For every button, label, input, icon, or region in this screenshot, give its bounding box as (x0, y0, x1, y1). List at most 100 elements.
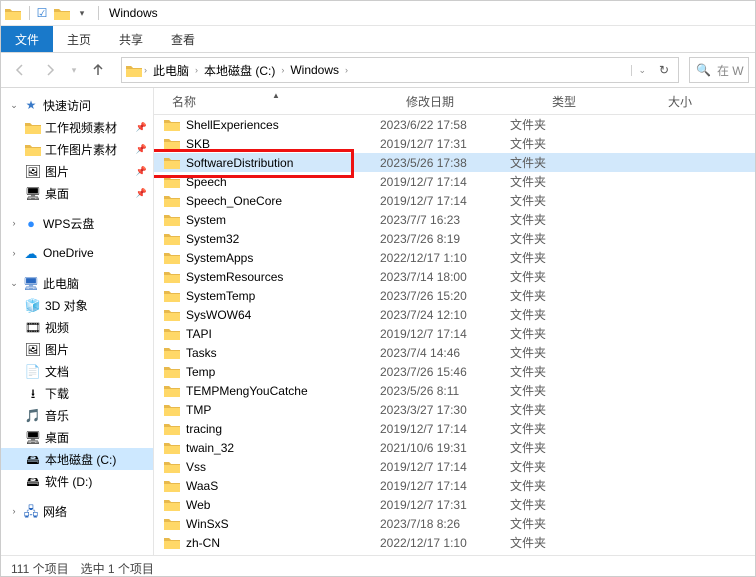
column-name[interactable]: ▲ 名称 (154, 93, 398, 110)
table-row[interactable]: Vss2019/12/7 17:14文件夹 (154, 457, 755, 476)
folder-icon (164, 213, 180, 226)
sidebar-item-pc-3[interactable]: 📄文档 (1, 360, 153, 382)
chevron-right-icon[interactable]: › (9, 248, 19, 258)
file-type: 文件夹 (502, 192, 602, 209)
table-row[interactable]: SoftwareDistribution2023/5/26 17:38文件夹 (154, 153, 755, 172)
sidebar-network[interactable]: › 🖧 网络 (1, 500, 153, 522)
nav-bar: ▾ › 此电脑 › 本地磁盘 (C:) › Windows › ⌄ ↻ 🔍 在 … (1, 53, 755, 88)
sidebar-thispc[interactable]: ⌄ 🖥 此电脑 (1, 272, 153, 294)
sidebar-item-label: 工作图片素材 (45, 141, 117, 158)
breadcrumb-drive-c[interactable]: 本地磁盘 (C:) (200, 62, 279, 79)
sidebar-quick-access[interactable]: ⌄ ★ 快速访问 (1, 94, 153, 116)
sidebar-item-pc-1[interactable]: 🎞视频 (1, 316, 153, 338)
table-row[interactable]: TMP2023/3/27 17:30文件夹 (154, 400, 755, 419)
file-type: 文件夹 (502, 534, 602, 551)
file-type: 文件夹 (502, 287, 602, 304)
chevron-right-icon[interactable]: › (9, 218, 19, 228)
file-name: Web (186, 498, 210, 512)
sidebar-item-label: 工作视频素材 (45, 119, 117, 136)
tab-share[interactable]: 共享 (105, 26, 157, 52)
column-date[interactable]: 修改日期 (398, 93, 544, 110)
pin-icon: 📌 (136, 122, 147, 133)
sidebar-wps[interactable]: › ● WPS云盘 (1, 212, 153, 234)
tab-home[interactable]: 主页 (53, 26, 105, 52)
chevron-down-icon[interactable]: ⌄ (9, 100, 19, 111)
address-dropdown-icon[interactable]: ⌄ (631, 65, 652, 76)
folder-icon (164, 175, 180, 188)
table-row[interactable]: ShellExperiences2023/6/22 17:58文件夹 (154, 115, 755, 134)
folder-icon (164, 289, 180, 302)
folder-icon (164, 422, 180, 435)
file-date: 2023/3/27 17:30 (372, 403, 502, 417)
sidebar-item-quick-1[interactable]: 工作图片素材📌 (1, 138, 153, 160)
file-date: 2019/12/7 17:31 (372, 137, 502, 151)
file-name: zh-CN (186, 536, 220, 550)
column-type[interactable]: 类型 (544, 93, 660, 110)
sidebar-item-quick-0[interactable]: 工作视频素材 📌 (1, 116, 153, 138)
table-row[interactable]: SKB2019/12/7 17:31文件夹 (154, 134, 755, 153)
back-button[interactable] (7, 57, 33, 83)
table-row[interactable]: SysWOW642023/7/24 12:10文件夹 (154, 305, 755, 324)
table-row[interactable]: tracing2019/12/7 17:14文件夹 (154, 419, 755, 438)
table-row[interactable]: TAPI2019/12/7 17:14文件夹 (154, 324, 755, 343)
table-row[interactable]: zh-CN2022/12/17 1:10文件夹 (154, 533, 755, 552)
chevron-right-icon[interactable]: › (281, 65, 284, 75)
table-row[interactable]: SystemResources2023/7/14 18:00文件夹 (154, 267, 755, 286)
forward-button[interactable] (37, 57, 63, 83)
sidebar-onedrive[interactable]: › ☁ OneDrive (1, 242, 153, 264)
qat-properties-icon[interactable]: ☑ (34, 5, 50, 21)
chevron-right-icon[interactable]: › (9, 506, 19, 516)
table-row[interactable]: SystemTemp2023/7/26 15:20文件夹 (154, 286, 755, 305)
folder-icon (164, 479, 180, 492)
table-row[interactable]: System2023/7/7 16:23文件夹 (154, 210, 755, 229)
sidebar-item-pc-2[interactable]: 🖼图片 (1, 338, 153, 360)
up-button[interactable] (85, 57, 111, 83)
table-row[interactable]: WaaS2019/12/7 17:14文件夹 (154, 476, 755, 495)
chevron-right-icon[interactable]: › (345, 65, 348, 75)
breadcrumb-windows[interactable]: Windows (286, 63, 343, 77)
table-row[interactable]: twain_322021/10/6 19:31文件夹 (154, 438, 755, 457)
table-row[interactable]: Speech2019/12/7 17:14文件夹 (154, 172, 755, 191)
refresh-button[interactable]: ↻ (654, 63, 674, 77)
file-tab[interactable]: 文件 (1, 26, 53, 52)
tab-view[interactable]: 查看 (157, 26, 209, 52)
table-row[interactable]: Temp2023/7/26 15:46文件夹 (154, 362, 755, 381)
table-row[interactable]: SystemApps2022/12/17 1:10文件夹 (154, 248, 755, 267)
sidebar-item-pc-4[interactable]: ⭳下载 (1, 382, 153, 404)
file-name: WinSxS (186, 517, 229, 531)
chevron-down-icon[interactable]: ⌄ (9, 278, 19, 289)
table-row[interactable]: Speech_OneCore2019/12/7 17:14文件夹 (154, 191, 755, 210)
column-size[interactable]: 大小 (660, 93, 755, 110)
table-row[interactable]: Web2019/12/7 17:31文件夹 (154, 495, 755, 514)
chevron-right-icon[interactable]: › (144, 65, 147, 75)
sidebar-item-pc-6[interactable]: 🖥桌面 (1, 426, 153, 448)
address-bar[interactable]: › 此电脑 › 本地磁盘 (C:) › Windows › ⌄ ↻ (121, 57, 679, 83)
file-name: TAPI (186, 327, 212, 341)
sidebar-item-quick-3[interactable]: 🖥桌面📌 (1, 182, 153, 204)
navigation-pane[interactable]: ⌄ ★ 快速访问 工作视频素材 📌 工作图片素材📌🖼图片📌🖥桌面📌 › ● WPS云… (1, 88, 154, 555)
sidebar-item-pc-5[interactable]: 🎵音乐 (1, 404, 153, 426)
sidebar-item-pc-8[interactable]: 🖴软件 (D:) (1, 470, 153, 492)
folder-icon (126, 64, 142, 77)
table-row[interactable]: TEMPMengYouCatche2023/5/26 8:11文件夹 (154, 381, 755, 400)
column-headers: ▲ 名称 修改日期 类型 大小 (154, 88, 755, 115)
file-rows[interactable]: ShellExperiences2023/6/22 17:58文件夹SKB201… (154, 115, 755, 555)
file-date: 2023/5/26 17:38 (372, 156, 502, 170)
file-name: SystemApps (186, 251, 253, 265)
sidebar-item-pc-7[interactable]: 🖴本地磁盘 (C:) (1, 448, 153, 470)
breadcrumb-thispc[interactable]: 此电脑 (149, 62, 193, 79)
sidebar-item-pc-0[interactable]: 🧊3D 对象 (1, 294, 153, 316)
search-box[interactable]: 🔍 在 W (689, 57, 749, 83)
file-name: SysWOW64 (186, 308, 251, 322)
chevron-right-icon[interactable]: › (195, 65, 198, 75)
table-row[interactable]: WinSxS2023/7/18 8:26文件夹 (154, 514, 755, 533)
qat-dropdown-icon[interactable]: ▾ (74, 5, 90, 21)
file-date: 2019/12/7 17:14 (372, 194, 502, 208)
folder-icon (164, 346, 180, 359)
history-dropdown[interactable]: ▾ (67, 57, 81, 83)
window-title: Windows (109, 6, 158, 20)
table-row[interactable]: System322023/7/26 8:19文件夹 (154, 229, 755, 248)
sidebar-item-quick-2[interactable]: 🖼图片📌 (1, 160, 153, 182)
file-date: 2023/7/14 18:00 (372, 270, 502, 284)
table-row[interactable]: Tasks2023/7/4 14:46文件夹 (154, 343, 755, 362)
